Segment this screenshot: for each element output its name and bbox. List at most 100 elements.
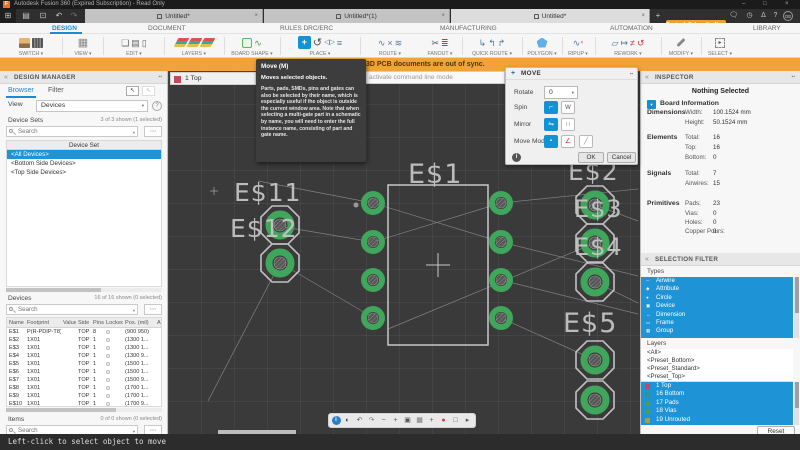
pick-alt-tool-button[interactable]: ↖ xyxy=(142,86,155,96)
board-info-expander-icon[interactable]: ▾ xyxy=(647,100,656,109)
type-item-airwire[interactable]: ─Airwire xyxy=(641,277,793,285)
locked-checkbox[interactable] xyxy=(106,402,110,406)
list-item-bottom-side[interactable]: <Bottom Side Devices> xyxy=(7,159,161,168)
ok-button[interactable]: OK xyxy=(578,152,604,163)
table-row[interactable]: E$101X01TOP1(1700 9... xyxy=(7,400,161,408)
tab-library[interactable]: LIBRARY xyxy=(753,23,781,34)
bell-icon[interactable]: Δ xyxy=(758,11,769,21)
box-select-icon[interactable]: □ xyxy=(451,415,461,426)
mirror-icon[interactable]: ◁▷ xyxy=(324,37,335,49)
tab-rules-drc-erc[interactable]: RULES DRC/ERC xyxy=(280,23,333,34)
move-mode-angle-button[interactable]: ∠ xyxy=(561,135,575,148)
locked-checkbox[interactable] xyxy=(106,370,110,374)
search-field[interactable] xyxy=(18,127,126,136)
close-tab-icon[interactable]: × xyxy=(441,13,445,19)
wrench-icon[interactable] xyxy=(676,38,685,47)
tab-document[interactable]: DOCUMENT xyxy=(148,23,186,34)
new-tab-button[interactable]: + xyxy=(652,9,664,23)
quick-route-corner-icon[interactable]: ↰ xyxy=(488,37,496,49)
table-row[interactable]: E$71X01TOP1(1500 9... xyxy=(7,376,161,384)
tab-untitled-1[interactable]: Untitled* × xyxy=(85,9,263,23)
close-window-button[interactable]: × xyxy=(785,0,789,9)
redo-view-icon[interactable]: ↷ xyxy=(367,415,377,426)
delete-icon[interactable]: ▯ xyxy=(142,37,147,49)
avatar[interactable]: OE xyxy=(783,11,793,21)
active-layer-chip[interactable]: 1 Top xyxy=(170,72,256,85)
tab-untitled-3-active[interactable]: Untitled* × xyxy=(451,9,650,23)
select-box-icon[interactable]: ▸ xyxy=(715,38,725,48)
grid-settings-icon[interactable]: ▦ xyxy=(415,415,425,426)
list-item-all-devices[interactable]: <All Devices> xyxy=(7,150,161,159)
cancel-button[interactable]: Cancel xyxy=(607,152,636,163)
preset-all[interactable]: <All> xyxy=(641,349,793,357)
layer-item-bottom[interactable]: 16 Bottom xyxy=(641,390,793,398)
rework-shape-icon[interactable]: ▱ xyxy=(612,37,619,49)
devices-table-header[interactable]: NameFootprint ValueSide PinsLocked Pos. … xyxy=(7,318,161,328)
ref-label-E4[interactable]: E$4 xyxy=(574,233,623,261)
align-icon[interactable]: ≡ xyxy=(337,37,342,49)
file-menu-icon[interactable]: ▤ xyxy=(20,9,32,23)
paste-icon[interactable]: ▤ xyxy=(131,37,140,49)
layers-vscrollbar[interactable] xyxy=(794,382,799,425)
table-row[interactable]: E$41X01TOP1(1300 9... xyxy=(7,352,161,360)
preset-standard[interactable]: <Preset_Standard> xyxy=(641,365,793,373)
collapse-panel-icon[interactable]: « xyxy=(645,71,649,84)
ref-label-E11[interactable]: E$11 xyxy=(234,178,302,207)
preset-top[interactable]: <Preset_Top> xyxy=(641,373,793,381)
record-icon[interactable]: ● xyxy=(439,415,449,426)
caret-down-icon[interactable]: ▾ xyxy=(133,305,135,316)
types-vscrollbar[interactable] xyxy=(794,277,799,338)
origin-icon[interactable]: + xyxy=(427,415,437,426)
quick-route-bundle-icon[interactable]: ↱ xyxy=(498,37,506,49)
rotate-select[interactable]: 0 ▾ xyxy=(544,86,578,99)
table-row[interactable]: E$51X01TOP1(1500 1... xyxy=(7,360,161,368)
route-multi-icon[interactable]: ≋ xyxy=(395,37,403,49)
grid-view-icon[interactable]: ▦ xyxy=(78,37,88,49)
search-field[interactable] xyxy=(18,305,126,314)
move-tool-icon-active[interactable]: + xyxy=(298,36,311,49)
close-tab-icon[interactable]: × xyxy=(641,13,645,19)
ripup-icon[interactable]: ∿× xyxy=(573,37,583,49)
caret-down-icon[interactable]: ▾ xyxy=(133,127,135,138)
search-input[interactable]: ▾ xyxy=(6,304,138,315)
view-select[interactable]: Devices ▾ xyxy=(36,100,148,112)
collapse-panel-icon[interactable]: « xyxy=(4,71,8,84)
mirror-on-button[interactable]: ∷ xyxy=(561,118,575,131)
route-cross-icon[interactable]: × xyxy=(387,37,392,49)
rework-lasso-icon[interactable]: ↺ xyxy=(637,37,645,49)
display-settings-icon[interactable]: ◐ xyxy=(343,415,353,426)
move-dialog-header[interactable]: + MOVE ▪▪ xyxy=(506,68,637,80)
panel-options-icon[interactable]: ▪▪ xyxy=(791,71,795,84)
table-row[interactable]: E$31X01TOP1(1300 1... xyxy=(7,344,161,352)
tab-untitled-2[interactable]: Untitled*(1) × xyxy=(264,9,450,23)
type-item-device[interactable]: ▣Device xyxy=(641,302,793,310)
layer-item-vias[interactable]: 18 Vias xyxy=(641,407,793,415)
octagon-pads[interactable] xyxy=(261,186,614,419)
save-icon[interactable]: ⊡ xyxy=(37,9,49,23)
zoom-fit-icon[interactable]: ▣ xyxy=(403,415,413,426)
layer-item-top[interactable]: 1 Top xyxy=(641,382,793,390)
tab-filter[interactable]: Filter xyxy=(48,84,64,98)
type-item-attribute[interactable]: ◆Attribute xyxy=(641,285,793,293)
switch-schematic-icon[interactable] xyxy=(19,38,30,48)
spin-on-button[interactable]: ⌐ xyxy=(544,101,558,114)
mirror-off-button[interactable]: ⇋ xyxy=(544,118,558,131)
help-icon[interactable]: ? xyxy=(770,11,781,21)
undo-icon[interactable]: ↶ xyxy=(53,9,65,23)
fanout-stack-icon[interactable]: ≣ xyxy=(441,37,449,49)
search-input[interactable]: ▾ xyxy=(6,126,138,137)
more-options-button[interactable]: ⋯ xyxy=(144,304,162,315)
vertex-dot[interactable] xyxy=(354,203,359,208)
devices-hscrollbar[interactable] xyxy=(6,408,162,412)
board-resize-icon[interactable]: ∿ xyxy=(254,37,262,49)
rework-diff-icon[interactable]: ≠ xyxy=(630,37,635,49)
locked-checkbox[interactable] xyxy=(106,330,110,334)
move-mode-diagonal-button[interactable]: ╱ xyxy=(579,135,593,148)
type-item-frame[interactable]: ▭Frame xyxy=(641,319,793,327)
list-item-top-side[interactable]: <Top Side Devices> xyxy=(7,168,161,177)
table-row[interactable]: E$91X01TOP1(1700 1... xyxy=(7,392,161,400)
quick-route-icon[interactable]: ↳ xyxy=(479,37,487,49)
fanout-cut-icon[interactable]: ✂ xyxy=(431,37,439,49)
route-wire-icon[interactable]: ∿ xyxy=(378,37,386,49)
ref-label-E3[interactable]: E$3 xyxy=(574,195,623,223)
